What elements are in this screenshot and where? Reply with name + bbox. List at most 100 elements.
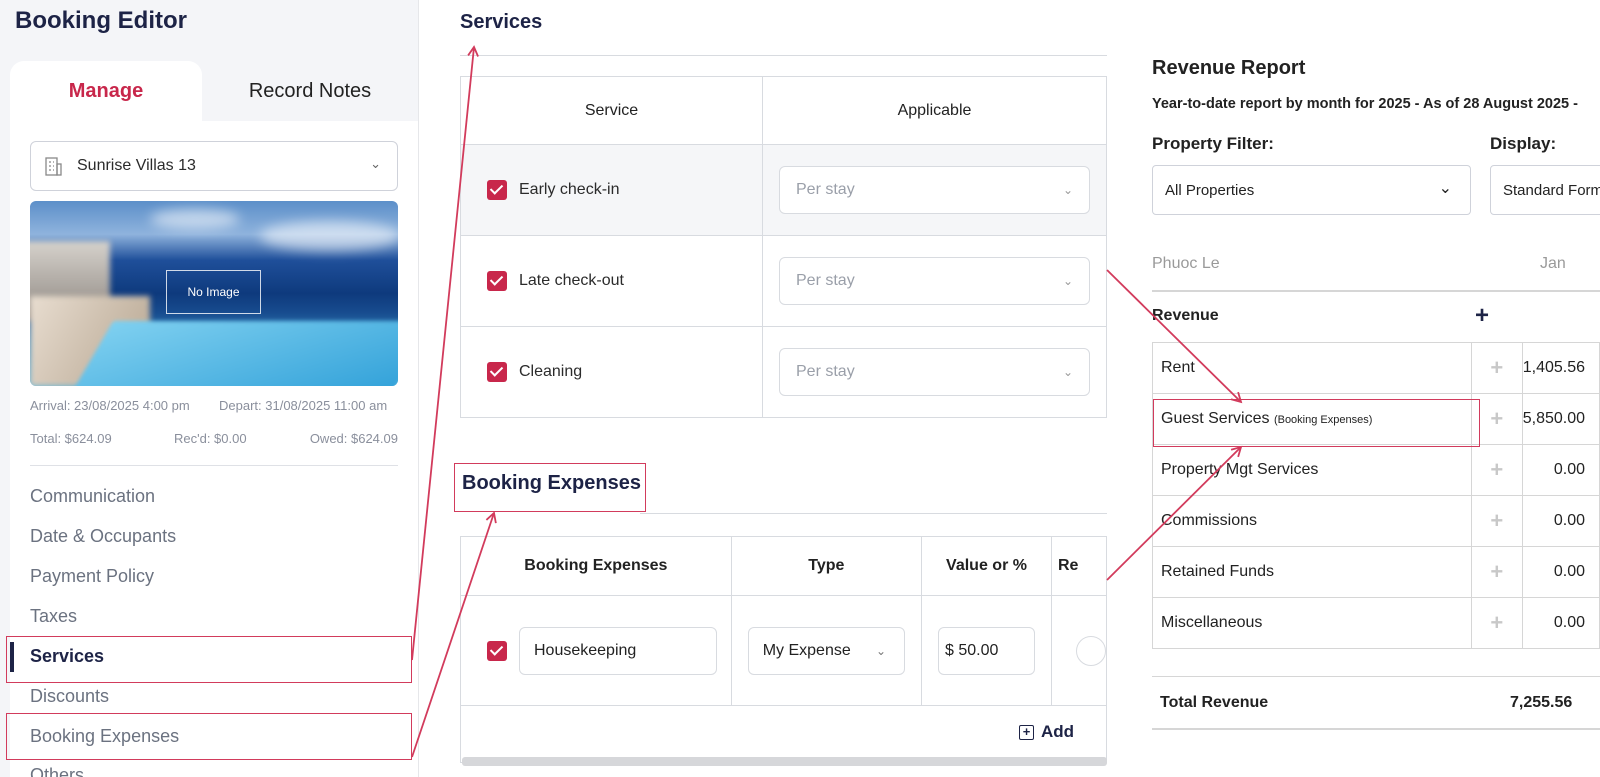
property-filter-select[interactable]: All Properties ⌄: [1152, 165, 1471, 215]
expense-name-input[interactable]: Housekeeping: [519, 626, 717, 675]
nav-discounts[interactable]: Discounts: [30, 686, 109, 707]
table-row: Retained Funds + 0.00: [1152, 546, 1600, 598]
revenue-report-subtitle: Year-to-date report by month for 2025 - …: [1152, 96, 1578, 112]
expense-type-value: My Expense: [762, 641, 851, 659]
expense-value-input[interactable]: $ 50.00: [938, 626, 1035, 675]
property-filter-label: Property Filter:: [1152, 134, 1274, 153]
received-text: Rec'd: $0.00: [174, 431, 247, 446]
column-header-re: Re: [1051, 536, 1107, 596]
property-select[interactable]: Sunrise Villas 13 ⌄: [30, 141, 398, 191]
row-value: 0.00: [1521, 546, 1600, 598]
services-annotation-box: [6, 636, 412, 683]
toggle-switch[interactable]: [1076, 635, 1106, 666]
add-button-label: Add: [1041, 722, 1075, 741]
booking-expenses-title: Booking Expenses: [462, 472, 641, 494]
plus-icon[interactable]: +: [1470, 597, 1523, 649]
nav-payment-policy[interactable]: Payment Policy: [30, 566, 154, 587]
chevron-down-icon: ⌄: [875, 643, 887, 658]
plus-icon[interactable]: +: [1470, 342, 1523, 394]
row-name: Miscellaneous: [1152, 597, 1472, 649]
guest-services-annotation-box: [1153, 399, 1480, 447]
row-value: 0.00: [1521, 495, 1600, 547]
page-title: Booking Editor: [15, 7, 187, 34]
add-box-icon: +: [1019, 725, 1034, 740]
total-divider-top: [1152, 676, 1600, 677]
checkbox[interactable]: [487, 640, 507, 661]
divider: [30, 465, 398, 466]
table-row: Commissions + 0.00: [1152, 495, 1600, 547]
service-name: Cleaning: [519, 363, 583, 380]
applicable-value: Per stay: [796, 272, 855, 289]
row-name: Property Mgt Services: [1152, 444, 1472, 496]
total-revenue-value: 7,255.56: [1510, 694, 1573, 711]
booking-expenses-annotation-box: [6, 713, 412, 760]
total-divider-bottom: [1152, 728, 1600, 730]
display-label: Display:: [1490, 134, 1557, 153]
column-header-type: Type: [730, 536, 923, 596]
applicable-value: Per stay: [796, 181, 855, 198]
checkbox[interactable]: [487, 180, 507, 200]
applicable-value: Per stay: [796, 363, 855, 380]
chevron-down-icon: ⌄: [1062, 183, 1073, 197]
month-header-jan: Jan: [1540, 255, 1566, 272]
applicable-select[interactable]: Per stay ⌄: [779, 257, 1090, 305]
depart-text: Depart: 31/08/2025 11:00 am: [219, 398, 388, 413]
table-row: Cleaning Per stay ⌄: [460, 326, 1107, 418]
row-name: Retained Funds: [1152, 546, 1472, 598]
services-title-divider: [460, 55, 1107, 56]
expense-type-select[interactable]: My Expense ⌄: [747, 626, 906, 675]
property-select-value: Sunrise Villas 13: [77, 157, 196, 174]
row-name: Commissions: [1152, 495, 1472, 547]
nav-date-occupants[interactable]: Date & Occupants: [30, 526, 176, 547]
row-name: Rent: [1152, 342, 1472, 394]
owed-text: Owed: $624.09: [309, 431, 398, 446]
service-name: Late check-out: [519, 272, 624, 289]
column-header-value: Value or %: [921, 536, 1052, 596]
tab-record-notes[interactable]: Record Notes: [210, 61, 410, 121]
owner-name: Phuoc Le: [1152, 255, 1220, 272]
horizontal-scrollbar[interactable]: [462, 757, 1107, 766]
table-row: Late check-out Per stay ⌄: [460, 235, 1107, 327]
column-header-booking-expenses: Booking Expenses: [460, 536, 732, 596]
nav-others[interactable]: Others: [30, 765, 84, 777]
no-image-placeholder: No Image: [166, 270, 261, 314]
tab-manage[interactable]: Manage: [10, 61, 202, 121]
nav-communication[interactable]: Communication: [30, 486, 155, 507]
revenue-report-title: Revenue Report: [1152, 57, 1306, 79]
chevron-down-icon: ⌄: [370, 156, 381, 171]
plus-icon[interactable]: +: [1470, 495, 1523, 547]
services-table: Service Applicable Early check-in Per st…: [460, 76, 1107, 418]
header-divider: [1152, 290, 1600, 292]
panel-border: [418, 0, 419, 777]
applicable-select[interactable]: Per stay ⌄: [779, 166, 1090, 214]
revenue-table: Rent + 1,405.56 Guest Services (Booking …: [1152, 342, 1600, 649]
column-header-service: Service: [460, 76, 763, 145]
row-value: 1,405.56: [1521, 342, 1600, 394]
row-value: 0.00: [1521, 444, 1600, 496]
display-select[interactable]: Standard Form: [1490, 165, 1600, 215]
booking-expenses-table: Booking Expenses Type Value or % Re Hous…: [460, 536, 1107, 706]
plus-icon[interactable]: +: [1470, 444, 1523, 496]
total-revenue-label: Total Revenue: [1160, 694, 1269, 711]
checkbox[interactable]: [487, 271, 507, 291]
add-row: [460, 705, 1107, 763]
applicable-select[interactable]: Per stay ⌄: [779, 348, 1090, 396]
chevron-down-icon: ⌄: [1438, 180, 1452, 197]
nav-taxes[interactable]: Taxes: [30, 606, 77, 627]
chevron-down-icon: ⌄: [1062, 274, 1073, 288]
column-header-applicable: Applicable: [762, 76, 1107, 145]
building-icon: [43, 155, 63, 177]
add-button[interactable]: + Add: [1019, 722, 1074, 742]
table-row: Early check-in Per stay ⌄: [460, 144, 1107, 236]
property-filter-value: All Properties: [1165, 181, 1255, 199]
row-value: 0.00: [1521, 597, 1600, 649]
checkbox[interactable]: [487, 362, 507, 382]
total-text: Total: $624.09: [30, 431, 112, 446]
booking-expenses-divider: [640, 513, 1107, 514]
table-row: Rent + 1,405.56: [1152, 342, 1600, 394]
plus-icon[interactable]: +: [1475, 302, 1489, 330]
table-row: Miscellaneous + 0.00: [1152, 597, 1600, 649]
plus-icon[interactable]: +: [1470, 546, 1523, 598]
service-name: Early check-in: [519, 181, 620, 198]
table-row: Housekeeping My Expense ⌄ $ 50.00: [460, 595, 1107, 706]
